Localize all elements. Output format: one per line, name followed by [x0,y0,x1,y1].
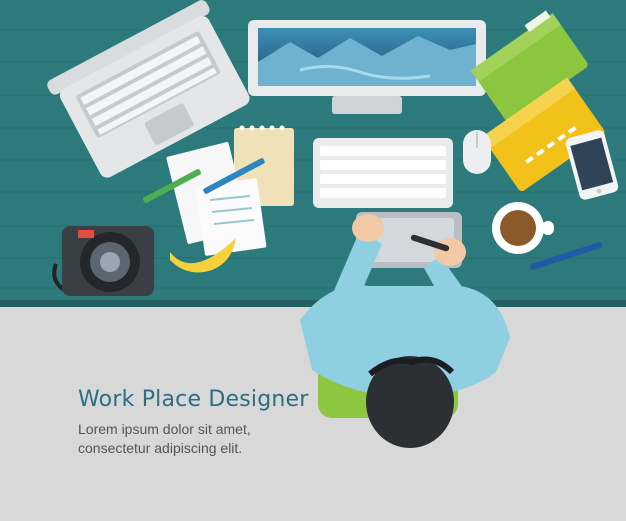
camera-icon [52,226,154,296]
caption-body: Lorem ipsum dolor sit amet, consectetur … [78,420,378,458]
illustration: Work Place Designer Lorem ipsum dolor si… [0,0,626,521]
mouse-icon [463,130,491,174]
caption-body-line-1: Lorem ipsum dolor sit amet, [78,421,251,437]
caption-block: Work Place Designer Lorem ipsum dolor si… [78,386,378,458]
caption-title: Work Place Designer [78,387,309,412]
keyboard-icon [313,138,453,208]
caption-body-line-2: consectetur adipiscing elit. [78,440,243,456]
